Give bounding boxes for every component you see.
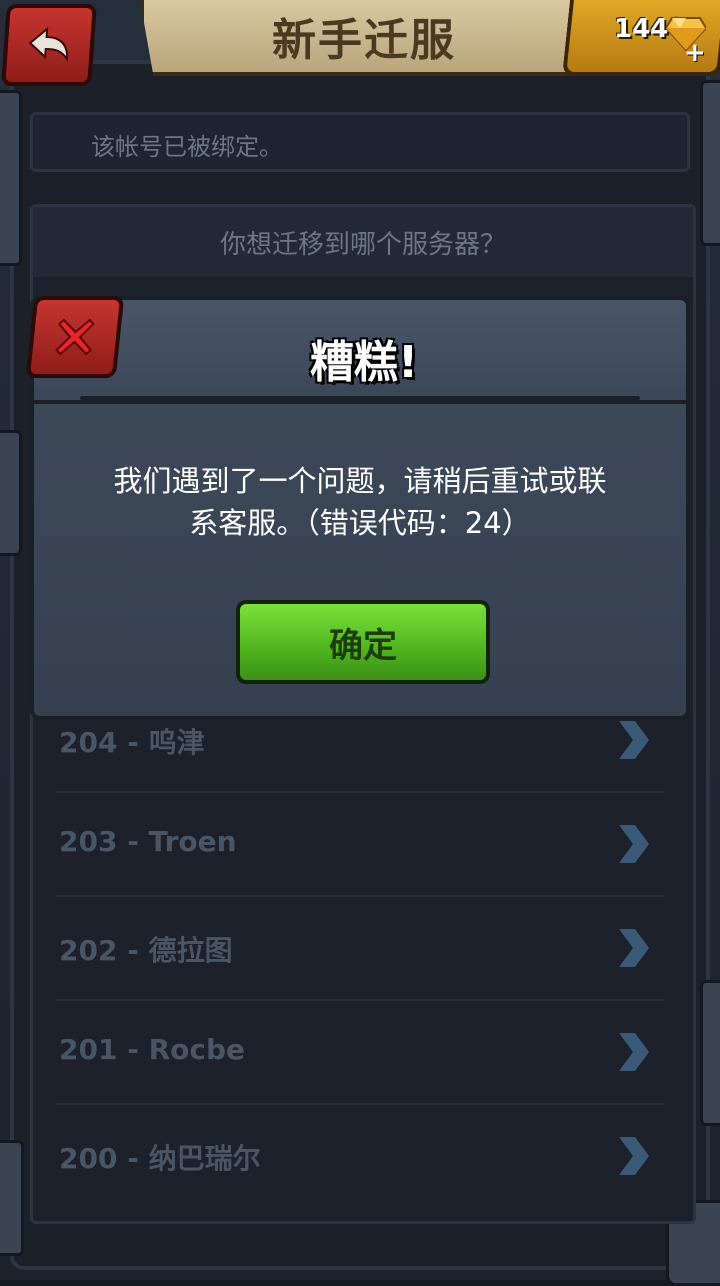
close-icon	[55, 318, 95, 356]
server-label: 201 - Rocbe	[59, 1033, 245, 1066]
server-row[interactable]: 203 - Troen	[55, 795, 665, 897]
server-label: 204 - 呜津	[59, 726, 205, 759]
ok-button[interactable]: 确定	[236, 600, 490, 684]
server-list-header: 你想迁移到哪个服务器？	[33, 207, 693, 277]
server-label: 203 - Troen	[59, 825, 237, 858]
rock-decoration	[0, 90, 22, 266]
close-button[interactable]	[25, 296, 125, 378]
dialog-message-line: 系客服。（错误代码：24）	[189, 506, 531, 540]
title-banner: 新手迁服	[140, 0, 588, 76]
chevron-right-icon	[619, 1033, 649, 1071]
dialog-header: 糟糕!	[30, 296, 690, 406]
back-button[interactable]	[1, 4, 97, 86]
dialog-title: 糟糕!	[309, 337, 419, 388]
ok-button-label: 确定	[329, 625, 397, 666]
error-dialog: 糟糕! 我们遇到了一个问题，请稍后重试或联 系客服。（错误代码：24） 确定	[25, 296, 690, 720]
rock-decoration	[0, 430, 22, 556]
chevron-right-icon	[619, 721, 649, 759]
server-row[interactable]: 202 - 德拉图	[55, 899, 665, 1001]
dialog-message-line: 我们遇到了一个问题，请稍后重试或联	[113, 464, 607, 498]
back-arrow-icon	[28, 26, 69, 63]
page-title: 新手迁服	[272, 15, 456, 66]
rock-decoration	[0, 1140, 24, 1256]
chevron-right-icon	[619, 1137, 649, 1175]
server-row[interactable]: 201 - Rocbe	[55, 1003, 665, 1105]
server-label: 200 - 纳巴瑞尔	[59, 1142, 261, 1175]
dialog-message: 我们遇到了一个问题，请稍后重试或联 系客服。（错误代码：24）	[70, 460, 650, 544]
server-row[interactable]: 200 - 纳巴瑞尔	[55, 1107, 665, 1207]
account-bound-text: 该帐号已被绑定。	[91, 133, 283, 161]
server-question: 你想迁移到哪个服务器？	[219, 229, 506, 260]
chevron-right-icon	[619, 825, 649, 863]
add-gems-icon[interactable]: +	[684, 38, 706, 68]
dialog-divider	[80, 396, 640, 400]
server-label: 202 - 德拉图	[59, 934, 233, 967]
rock-decoration	[700, 80, 720, 246]
rock-decoration	[700, 980, 720, 1126]
chevron-right-icon	[619, 929, 649, 967]
account-bound-notice: 该帐号已被绑定。	[30, 112, 690, 172]
